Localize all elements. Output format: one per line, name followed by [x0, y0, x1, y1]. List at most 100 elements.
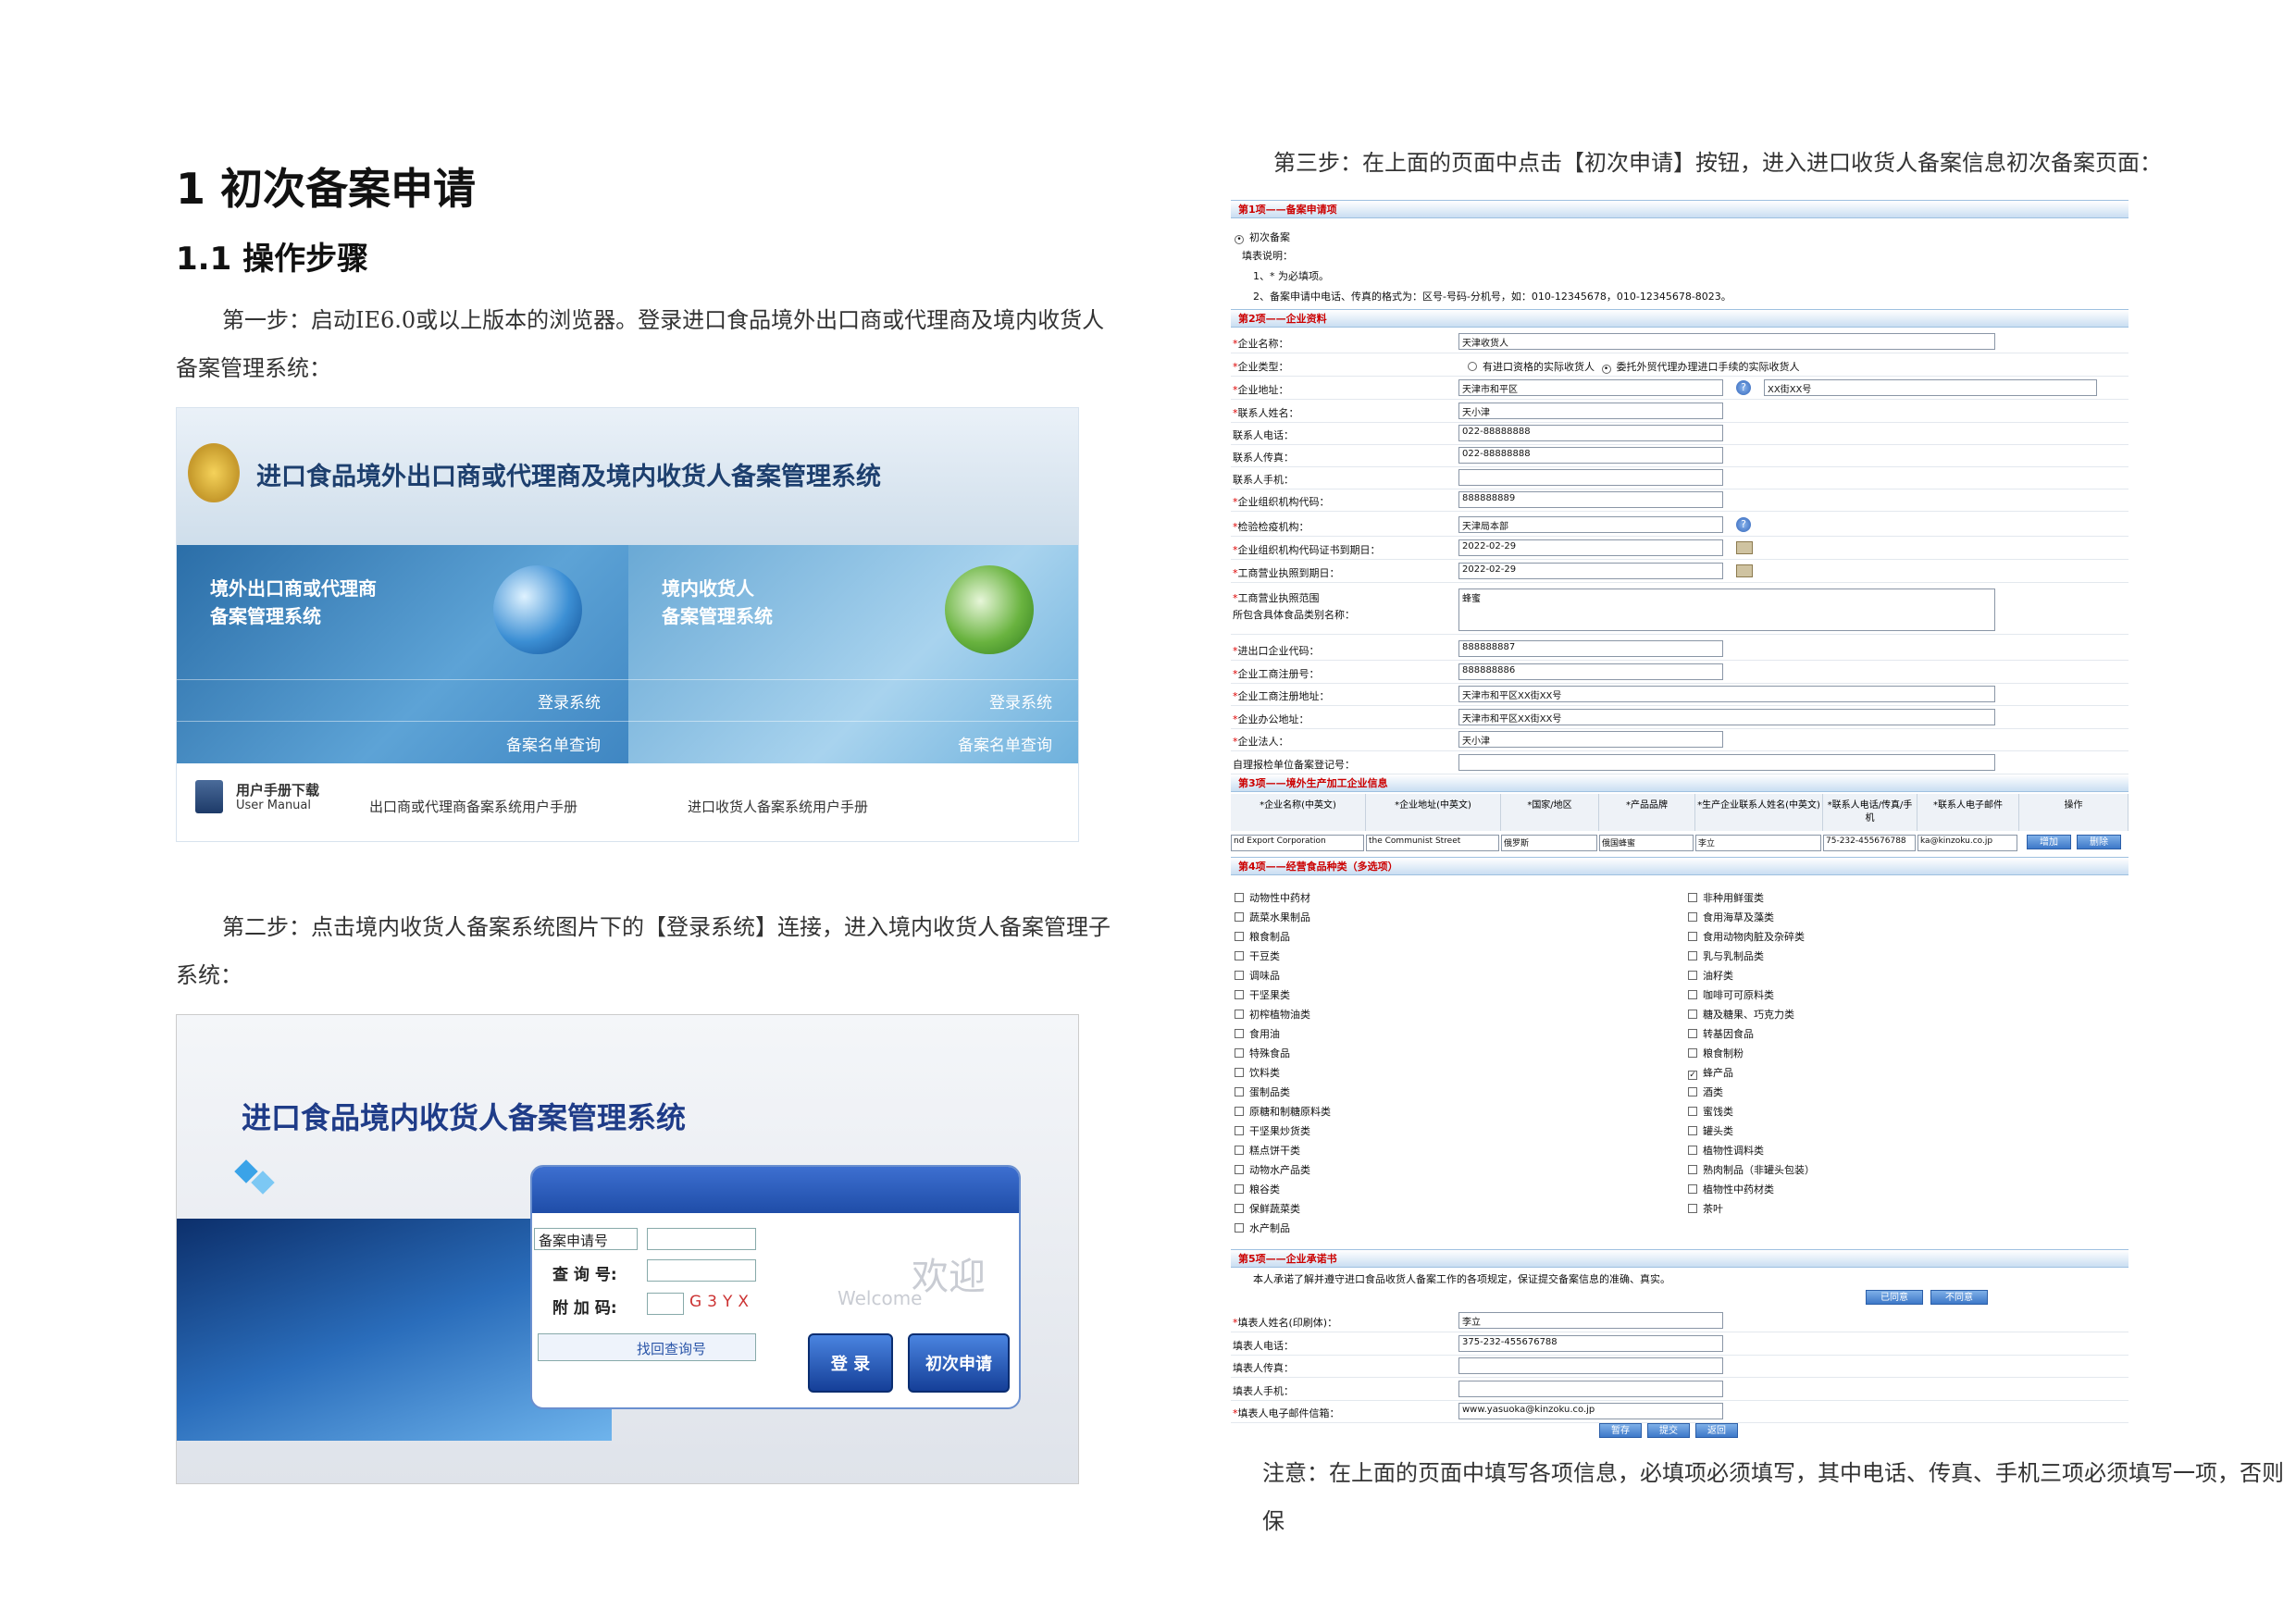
- field-input[interactable]: 天小津: [1458, 731, 1723, 748]
- category-option[interactable]: 蜜饯类: [1688, 1104, 1733, 1119]
- checkbox[interactable]: [1688, 893, 1697, 902]
- category-option[interactable]: 糖及糖果、巧克力类: [1688, 1007, 1794, 1022]
- domestic-query-link[interactable]: 备案名单查询: [958, 732, 1052, 755]
- checkbox[interactable]: ✓: [1688, 1071, 1697, 1080]
- field-input[interactable]: 888888887: [1458, 640, 1723, 657]
- checkbox[interactable]: [1235, 932, 1244, 941]
- category-option[interactable]: 动物水产品类: [1235, 1162, 1310, 1177]
- captcha-image[interactable]: G3YX: [689, 1293, 754, 1311]
- checkbox[interactable]: [1688, 1165, 1697, 1174]
- category-option[interactable]: 罐头类: [1688, 1123, 1733, 1138]
- domestic-consignee-panel[interactable]: 境内收货人 备案管理系统 登录系统 备案名单查询: [628, 545, 1078, 763]
- category-option[interactable]: 熟肉制品（非罐头包装）: [1688, 1162, 1815, 1177]
- category-option[interactable]: 酒类: [1688, 1084, 1723, 1099]
- checkbox[interactable]: [1688, 1029, 1697, 1038]
- field-input[interactable]: [1458, 469, 1723, 486]
- category-option[interactable]: 糕点饼干类: [1235, 1143, 1300, 1158]
- manual-link-consignee[interactable]: 进口收货人备案系统用户手册: [688, 797, 868, 816]
- field-input[interactable]: [1458, 753, 1995, 771]
- checkbox[interactable]: [1235, 971, 1244, 980]
- category-option[interactable]: 植物性中药材类: [1688, 1182, 1774, 1196]
- captcha-input[interactable]: [647, 1293, 684, 1315]
- category-option[interactable]: 蔬菜水果制品: [1235, 910, 1310, 924]
- checkbox[interactable]: [1235, 912, 1244, 922]
- checkbox[interactable]: [1688, 1087, 1697, 1096]
- query-number-input[interactable]: [647, 1259, 756, 1282]
- category-option[interactable]: 乳与乳制品类: [1688, 948, 1764, 963]
- category-option[interactable]: 转基因食品: [1688, 1026, 1754, 1041]
- category-option[interactable]: 特殊食品: [1235, 1046, 1290, 1060]
- manual-link-exporter[interactable]: 出口商或代理商备案系统用户手册: [369, 797, 577, 816]
- category-option[interactable]: 原糖和制糖原料类: [1235, 1104, 1331, 1119]
- category-option[interactable]: 食用油: [1235, 1026, 1280, 1041]
- help-icon[interactable]: ?: [1736, 380, 1751, 395]
- domestic-login-link[interactable]: 登录系统: [989, 689, 1052, 712]
- business-scope-textarea[interactable]: 蜂蜜: [1458, 588, 1995, 631]
- radio-option[interactable]: •: [1601, 365, 1611, 374]
- delete-row-button[interactable]: 删除: [2077, 835, 2121, 849]
- category-option[interactable]: 动物性中药材: [1235, 890, 1310, 905]
- checkbox[interactable]: [1235, 1126, 1244, 1135]
- table-cell-input[interactable]: 75-232-455676788: [1823, 835, 1916, 851]
- save-draft-button[interactable]: 暂存: [1599, 1423, 1642, 1438]
- category-option[interactable]: 干坚果炒货类: [1235, 1123, 1310, 1138]
- category-option[interactable]: 茶叶: [1688, 1201, 1723, 1216]
- checkbox[interactable]: [1235, 1048, 1244, 1058]
- table-cell-input[interactable]: ka@kinzoku.co.jp: [1917, 835, 2017, 851]
- category-option[interactable]: 保鲜蔬菜类: [1235, 1201, 1300, 1216]
- checkbox[interactable]: [1688, 932, 1697, 941]
- calendar-icon[interactable]: [1736, 541, 1753, 554]
- disagree-button[interactable]: 不同意: [1930, 1290, 1988, 1305]
- checkbox[interactable]: [1235, 1107, 1244, 1116]
- table-cell-input[interactable]: 李立: [1695, 835, 1821, 851]
- overseas-query-link[interactable]: 备案名单查询: [506, 732, 601, 755]
- first-application-button[interactable]: 初次申请: [908, 1333, 1010, 1393]
- checkbox[interactable]: [1688, 1204, 1697, 1213]
- category-option[interactable]: 饮料类: [1235, 1065, 1280, 1080]
- checkbox[interactable]: [1235, 1204, 1244, 1213]
- category-option[interactable]: 粮谷类: [1235, 1182, 1280, 1196]
- field-input[interactable]: 2022-02-29: [1458, 563, 1723, 579]
- add-row-button[interactable]: 增加: [2027, 835, 2071, 849]
- checkbox[interactable]: [1688, 1126, 1697, 1135]
- field-input[interactable]: 375-232-455676788: [1458, 1334, 1723, 1352]
- category-option[interactable]: 食用海草及藻类: [1688, 910, 1774, 924]
- checkbox[interactable]: [1688, 1184, 1697, 1194]
- agree-button[interactable]: 已同意: [1866, 1290, 1923, 1305]
- field-input[interactable]: [1458, 1357, 1723, 1374]
- checkbox[interactable]: [1688, 1146, 1697, 1155]
- field-input[interactable]: [1458, 1380, 1723, 1397]
- submit-button[interactable]: 提交: [1647, 1423, 1690, 1438]
- field-input[interactable]: 天小津: [1458, 403, 1723, 419]
- radio-option[interactable]: [1468, 362, 1477, 371]
- table-cell-input[interactable]: 俄国蜂蜜: [1599, 835, 1694, 851]
- category-option[interactable]: 咖啡可可原料类: [1688, 987, 1774, 1002]
- checkbox[interactable]: [1235, 1087, 1244, 1096]
- first-filing-radio[interactable]: •: [1235, 235, 1244, 244]
- overseas-exporter-panel[interactable]: 境外出口商或代理商 备案管理系统 登录系统 备案名单查询: [177, 545, 628, 763]
- checkbox[interactable]: [1235, 1184, 1244, 1194]
- help-icon[interactable]: ?: [1736, 517, 1751, 532]
- overseas-login-link[interactable]: 登录系统: [538, 689, 601, 712]
- login-button[interactable]: 登 录: [808, 1333, 893, 1393]
- category-option[interactable]: ✓ 蜂产品: [1688, 1065, 1733, 1080]
- checkbox[interactable]: [1688, 951, 1697, 960]
- category-option[interactable]: 调味品: [1235, 968, 1280, 983]
- enterprise-type-radio-group[interactable]: 有进口资格的实际收货人 • 委托外贸代理办理进口手续的实际收货人: [1468, 359, 1800, 374]
- checkbox[interactable]: [1235, 1165, 1244, 1174]
- checkbox[interactable]: [1235, 951, 1244, 960]
- field-input[interactable]: 天津收货人: [1458, 333, 1995, 350]
- find-query-number-link[interactable]: 找回查询号: [538, 1333, 756, 1361]
- field-input[interactable]: 天津市和平区: [1458, 379, 1723, 396]
- field-input[interactable]: 2022-02-29: [1458, 539, 1723, 556]
- checkbox[interactable]: [1235, 893, 1244, 902]
- table-cell-input[interactable]: the Communist Street: [1366, 835, 1499, 851]
- calendar-icon[interactable]: [1736, 564, 1753, 577]
- category-option[interactable]: 蛋制品类: [1235, 1084, 1290, 1099]
- category-option[interactable]: 油籽类: [1688, 968, 1733, 983]
- checkbox[interactable]: [1235, 1223, 1244, 1233]
- field-input[interactable]: 888888886: [1458, 663, 1723, 680]
- checkbox[interactable]: [1235, 990, 1244, 999]
- checkbox[interactable]: [1235, 1146, 1244, 1155]
- checkbox[interactable]: [1688, 990, 1697, 999]
